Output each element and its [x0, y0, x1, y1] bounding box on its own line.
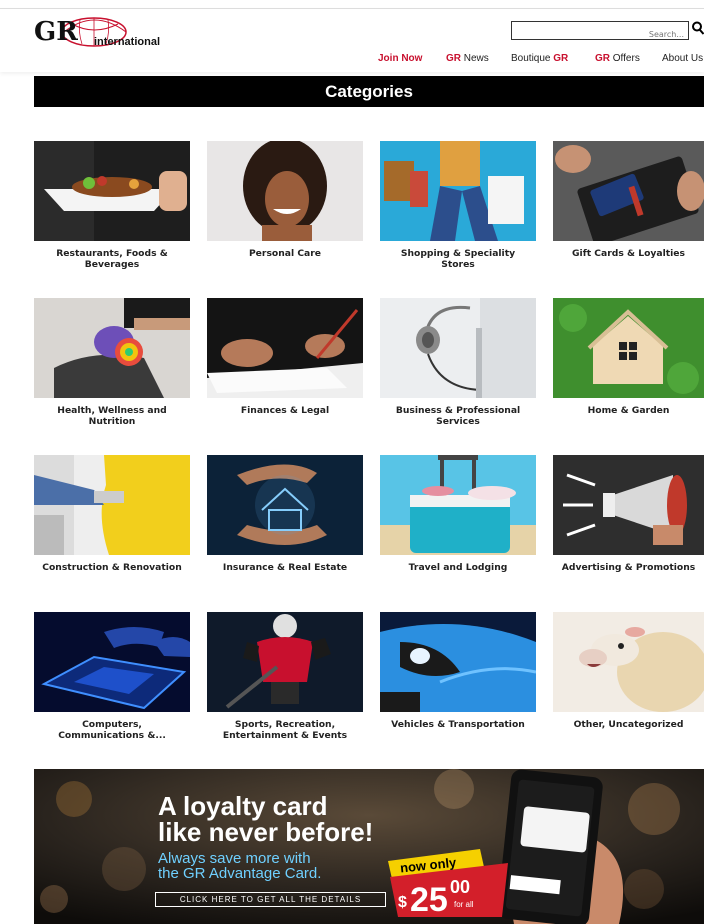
banner-subtitle-line-1: Always save more with	[158, 850, 311, 867]
car-headlight-image	[380, 612, 536, 712]
hands-house-image	[207, 455, 363, 555]
category-shopping[interactable]: Shopping & Speciality Stores	[380, 141, 536, 270]
nav-label: Offers	[610, 53, 640, 64]
nav-gr-mark: GR	[595, 53, 610, 64]
loyalty-card-banner[interactable]: A loyalty card like never before! Always…	[34, 769, 704, 924]
category-label: Vehicles & Transportation	[391, 719, 525, 730]
laptop-typing-image	[34, 612, 190, 712]
categories-title: Categories	[325, 82, 413, 101]
suitcase-image	[380, 455, 536, 555]
category-label: Computers, Communications &...	[58, 719, 166, 741]
wallet-card-image	[553, 141, 704, 241]
svg-text:GR: GR	[34, 17, 78, 47]
category-label: Other, Uncategorized	[573, 719, 684, 730]
category-travel[interactable]: Travel and Lodging	[380, 455, 536, 573]
logo-wordmark: international	[94, 36, 161, 48]
category-label: Advertising & Promotions	[561, 562, 696, 573]
category-label: Insurance & Real Estate	[222, 562, 348, 573]
nav-gr-mark: GR	[446, 53, 461, 64]
category-sports[interactable]: Sports, Recreation, Entertainment & Even…	[207, 612, 363, 741]
banner-headline-line-1: A loyalty card	[158, 791, 328, 821]
category-advertising[interactable]: Advertising & Promotions	[553, 455, 704, 573]
search-field[interactable]	[511, 21, 689, 43]
category-personal-care[interactable]: Personal Care	[207, 141, 363, 259]
price-badge: now only $ 25 00 for all	[388, 849, 508, 917]
badge-cents: 00	[450, 877, 470, 897]
category-label: Gift Cards & Loyalties	[572, 248, 685, 259]
badge-dollar: $	[398, 894, 407, 911]
banner-subtitle: Always save more with the GR Advantage C…	[158, 851, 321, 881]
category-other[interactable]: Other, Uncategorized	[553, 612, 704, 730]
category-vehicles[interactable]: Vehicles & Transportation	[380, 612, 536, 730]
category-label: Sports, Recreation, Entertainment & Even…	[222, 719, 348, 741]
painting-wall-image	[34, 455, 190, 555]
category-insurance[interactable]: Insurance & Real Estate	[207, 455, 363, 573]
category-health[interactable]: Health, Wellness and Nutrition	[34, 298, 190, 427]
category-label: Travel and Lodging	[408, 562, 508, 573]
nav-about-us[interactable]: About Us	[662, 53, 703, 64]
food-plate-image	[34, 141, 190, 241]
categories-header: Categories	[34, 76, 704, 107]
category-gift-cards[interactable]: Gift Cards & Loyalties	[553, 141, 704, 259]
category-label: Personal Care	[248, 248, 322, 259]
headset-image	[380, 298, 536, 398]
smiling-woman-image	[207, 141, 363, 241]
nav-label: Boutique	[511, 53, 554, 64]
nav-gr-offers[interactable]: GR Offers	[595, 53, 640, 64]
badge-note: for all	[454, 900, 474, 909]
banner-subtitle-line-2: the GR Advantage Card.	[158, 865, 322, 882]
category-finances[interactable]: Finances & Legal	[207, 298, 363, 416]
nav-gr-news[interactable]: GR News	[446, 53, 489, 64]
badge-price: 25	[410, 881, 448, 917]
search-input[interactable]	[512, 26, 688, 43]
category-label: Construction & Renovation	[42, 562, 182, 573]
shopping-bags-image	[380, 141, 536, 241]
search-icon[interactable]	[692, 21, 704, 35]
site-header: GR international Join Now GR News Boutiq…	[0, 8, 704, 72]
category-label: Finances & Legal	[240, 405, 330, 416]
category-label: Shopping & Speciality Stores	[400, 248, 516, 270]
category-label: Home & Garden	[587, 405, 670, 416]
category-label: Health, Wellness and Nutrition	[57, 405, 167, 427]
category-label: Restaurants, Foods & Beverages	[56, 248, 168, 270]
megaphone-image	[553, 455, 704, 555]
category-business[interactable]: Business & Professional Services	[380, 298, 536, 427]
hockey-player-image	[207, 612, 363, 712]
category-label: Business & Professional Services	[395, 405, 521, 427]
category-restaurants[interactable]: Restaurants, Foods & Beverages	[34, 141, 190, 270]
nav-boutique-gr[interactable]: Boutique GR	[511, 53, 568, 64]
nav-label: News	[461, 53, 489, 64]
nav-join-now[interactable]: Join Now	[378, 53, 422, 64]
house-on-grass-image	[553, 298, 704, 398]
category-computers[interactable]: Computers, Communications &...	[34, 612, 190, 741]
gr-logo[interactable]: GR international	[32, 14, 160, 52]
yoga-mat-image	[34, 298, 190, 398]
signing-document-image	[207, 298, 363, 398]
banner-cta-button[interactable]: CLICK HERE TO GET ALL THE DETAILS	[155, 892, 386, 907]
sheep-image	[553, 612, 704, 712]
category-construction[interactable]: Construction & Renovation	[34, 455, 190, 573]
category-home-garden[interactable]: Home & Garden	[553, 298, 704, 416]
banner-headline-line-2: like never before!	[158, 817, 374, 847]
banner-headline: A loyalty card like never before!	[158, 793, 373, 845]
nav-gr-mark: GR	[553, 53, 569, 64]
